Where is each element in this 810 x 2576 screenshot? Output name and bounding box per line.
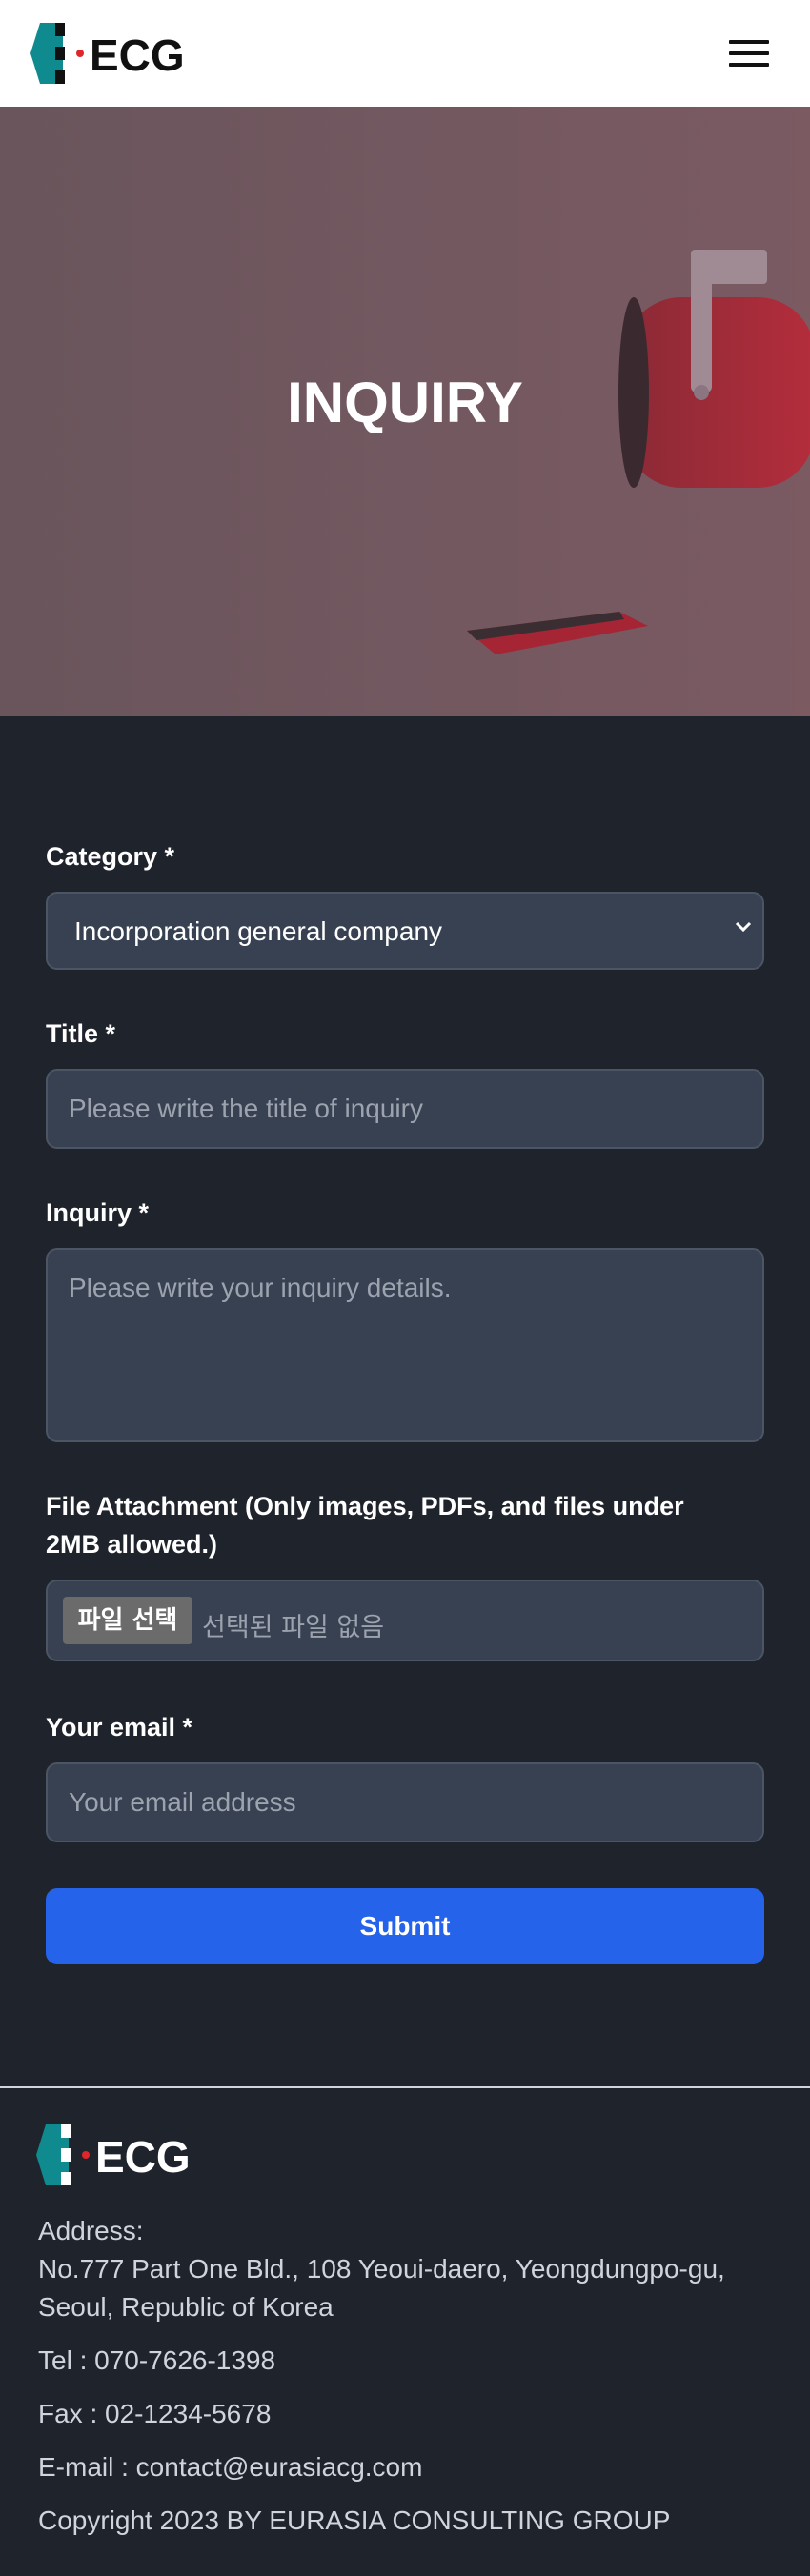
chevron-down-icon <box>735 921 752 933</box>
title-input[interactable]: Please write the title of inquiry <box>46 1069 764 1149</box>
page-title: INQUIRY <box>287 371 523 434</box>
inquiry-label: Inquiry * <box>46 1198 150 1227</box>
footer-address-line2: Seoul, Republic of Korea <box>38 2292 334 2322</box>
file-label-line1: File Attachment (Only images, PDFs, and … <box>46 1492 684 1520</box>
title-placeholder: Please write the title of inquiry <box>69 1094 423 1123</box>
site-header: ECG <box>0 0 810 107</box>
mailbox-illustration <box>467 250 810 654</box>
file-status: 선택된 파일 없음 <box>202 1613 385 1642</box>
file-input[interactable]: 파일 선택 선택된 파일 없음 <box>46 1580 764 1661</box>
hamburger-icon-bar <box>729 51 769 55</box>
hero-banner: INQUIRY <box>0 107 810 716</box>
footer-tel: Tel : 070-7626-1398 <box>38 2345 276 2375</box>
logo-text: ECG <box>90 30 185 80</box>
footer-copyright: Copyright 2023 BY EURASIA CONSULTING GRO… <box>38 2506 671 2535</box>
submit-button[interactable]: Submit <box>46 1888 764 1964</box>
file-label-line2: 2MB allowed.) <box>46 1530 218 1559</box>
email-label: Your email * <box>46 1713 193 1741</box>
footer-address-label: Address: <box>38 2216 144 2245</box>
footer-email[interactable]: E-mail : contact@eurasiacg.com <box>38 2448 422 2486</box>
footer-logo: ECG <box>36 2124 191 2185</box>
hamburger-icon-bar <box>729 63 769 67</box>
footer-fax: Fax : 02-1234-5678 <box>38 2399 272 2428</box>
choose-file-button[interactable]: 파일 선택 <box>63 1597 192 1644</box>
category-value: Incorporation general company <box>74 916 443 946</box>
inquiry-textarea[interactable]: Please write your inquiry details. <box>46 1248 764 1442</box>
email-field[interactable]: Your email address <box>46 1762 764 1842</box>
hamburger-icon-bar <box>729 40 769 44</box>
email-placeholder: Your email address <box>69 1787 296 1817</box>
footer-address-line1: No.777 Part One Bld., 108 Yeoui-daero, Y… <box>38 2254 725 2284</box>
menu-button[interactable] <box>729 38 769 69</box>
footer-divider <box>0 2086 810 2088</box>
inquiry-placeholder: Please write your inquiry details. <box>69 1273 452 1302</box>
title-label: Title * <box>46 1019 116 1048</box>
category-label: Category * <box>46 842 175 871</box>
footer-logo-text: ECG <box>95 2132 191 2182</box>
category-select[interactable]: Incorporation general company <box>46 892 764 970</box>
ecg-logo[interactable]: ECG <box>30 23 185 84</box>
